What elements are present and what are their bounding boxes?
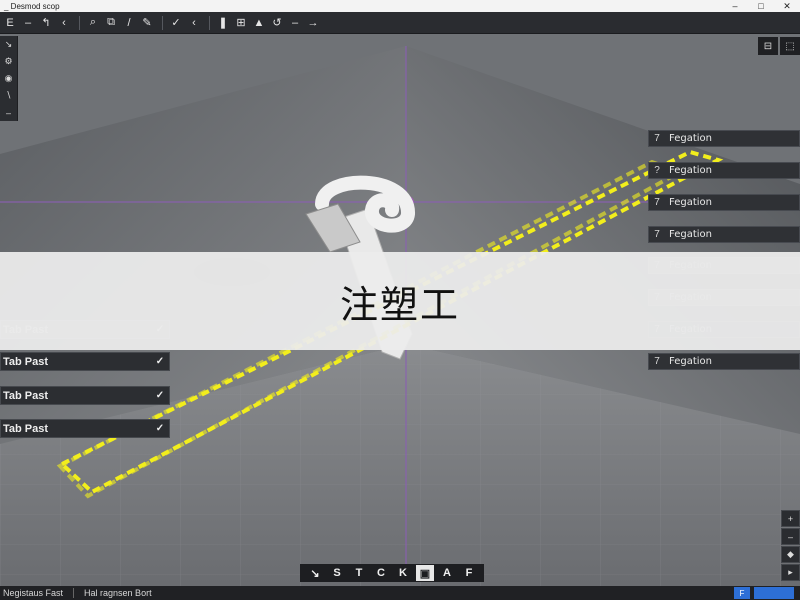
property-row[interactable]: 7 Fegation — [648, 353, 800, 370]
grid-icon[interactable]: ⊞ — [233, 15, 249, 31]
row-label: Fegation — [669, 229, 712, 240]
left-tool-column: ↘ ⚙ ◉ ∖ – — [0, 36, 18, 121]
app-window: _ Desmod scop – □ ✕ E – ↰ ‹ ⌕ ⧉ / ✎ ✓ ‹ ❚ ⊞ ▲ ↺ – → — [0, 0, 800, 600]
copy-icon[interactable]: ⧉ — [103, 15, 119, 31]
rotate-icon[interactable]: ↺ — [269, 15, 285, 31]
banner-text: 注塑工 — [339, 282, 460, 327]
bottom-tool-button[interactable]: F — [458, 565, 480, 581]
main-toolbar: E – ↰ ‹ ⌕ ⧉ / ✎ ✓ ‹ ❚ ⊞ ▲ ↺ – → — [0, 12, 800, 34]
row-type-icon: 7 — [654, 229, 660, 240]
back-icon[interactable]: ‹ — [56, 15, 72, 31]
row-type-icon: 7 — [654, 133, 660, 144]
left-tool-icon[interactable]: ◉ — [0, 70, 17, 87]
row-type-icon: 7 — [654, 356, 660, 367]
close-button[interactable]: ✕ — [774, 0, 800, 12]
search-icon[interactable]: ⌕ — [85, 15, 101, 31]
toolbar-separator — [209, 15, 210, 30]
row-label: Fegation — [669, 165, 712, 176]
row-label: Fegation — [669, 133, 712, 144]
view-mode-icon[interactable]: ⊟ — [758, 37, 778, 55]
task-row[interactable]: Tab Past ✓ — [0, 386, 170, 405]
left-tool-icon[interactable]: – — [0, 104, 17, 121]
status-left: Negistaus Fast — [3, 588, 64, 598]
bottom-tool-button[interactable]: ▣ — [416, 565, 434, 581]
status-badge[interactable]: F — [734, 587, 750, 599]
line-icon[interactable]: / — [121, 15, 137, 31]
left-tool-icon[interactable]: ⚙ — [0, 53, 17, 70]
status-divider — [73, 588, 75, 598]
task-label: Tab Past — [3, 389, 49, 402]
undo-icon[interactable]: ↰ — [38, 15, 54, 31]
task-row[interactable]: Tab Past ✓ — [0, 352, 170, 371]
task-label: Tab Past — [3, 355, 49, 368]
task-label: Tab Past — [3, 422, 49, 435]
toolbar-separator — [162, 15, 163, 30]
status-middle: Hal ragnsen Bort — [84, 588, 152, 598]
view-nav-icon[interactable]: + — [781, 510, 800, 527]
row-type-icon: ? — [654, 165, 660, 176]
maximize-button[interactable]: □ — [748, 0, 774, 12]
property-row[interactable]: 7 Fegation — [648, 130, 800, 147]
arrow-right-icon[interactable]: → — [305, 15, 321, 31]
edit-icon[interactable]: E — [2, 15, 18, 31]
toolbar-separator — [79, 15, 80, 30]
bottom-tool-button[interactable]: ↘ — [304, 565, 326, 581]
view-nav-icon[interactable]: – — [781, 528, 800, 545]
dropdown-check-icon[interactable]: ✓ — [151, 423, 169, 434]
bottom-tool-strip: ↘ S T C K ▣ A F — [300, 564, 484, 582]
view-nav-buttons: + – ◆ ▸ — [781, 510, 800, 582]
bottom-tool-button[interactable]: K — [392, 565, 414, 581]
property-row[interactable]: 7 Fegation — [648, 194, 800, 211]
bottom-tool-button[interactable]: A — [436, 565, 458, 581]
dropdown-check-icon[interactable]: ✓ — [151, 356, 169, 367]
dash-icon[interactable]: – — [287, 15, 303, 31]
check-icon[interactable]: ✓ — [168, 15, 184, 31]
bottom-tool-button[interactable]: T — [348, 565, 370, 581]
status-indicator — [754, 587, 794, 599]
prev-icon[interactable]: ‹ — [186, 15, 202, 31]
view-buttons: ⊟ ⬚ — [756, 37, 800, 55]
row-type-icon: 7 — [654, 197, 660, 208]
window-controls: – □ ✕ — [722, 0, 800, 12]
property-row[interactable]: ? Fegation — [648, 162, 800, 179]
left-tool-icon[interactable]: ∖ — [0, 87, 17, 104]
view-nav-icon[interactable]: ◆ — [781, 546, 800, 563]
minus-icon[interactable]: – — [20, 15, 36, 31]
window-title: _ Desmod scop — [4, 1, 60, 11]
row-label: Fegation — [669, 197, 712, 208]
pencil-icon[interactable]: ✎ — [139, 15, 155, 31]
task-row[interactable]: Tab Past ✓ — [0, 419, 170, 438]
status-bar: Negistaus Fast Hal ragnsen Bort F — [0, 586, 800, 600]
bottom-tool-button[interactable]: C — [370, 565, 392, 581]
row-label: Fegation — [669, 356, 712, 367]
left-tool-icon[interactable]: ↘ — [0, 36, 17, 53]
bottom-tool-button[interactable]: S — [326, 565, 348, 581]
triangle-icon[interactable]: ▲ — [251, 15, 267, 31]
minimize-button[interactable]: – — [722, 0, 748, 12]
flag-icon[interactable]: ❚ — [215, 15, 231, 31]
view-mode-icon[interactable]: ⬚ — [780, 37, 800, 55]
dropdown-check-icon[interactable]: ✓ — [151, 390, 169, 401]
title-bar: _ Desmod scop – □ ✕ — [0, 0, 800, 12]
title-banner: 注塑工 — [0, 252, 800, 350]
property-row[interactable]: 7 Fegation — [648, 226, 800, 243]
view-nav-icon[interactable]: ▸ — [781, 564, 800, 581]
